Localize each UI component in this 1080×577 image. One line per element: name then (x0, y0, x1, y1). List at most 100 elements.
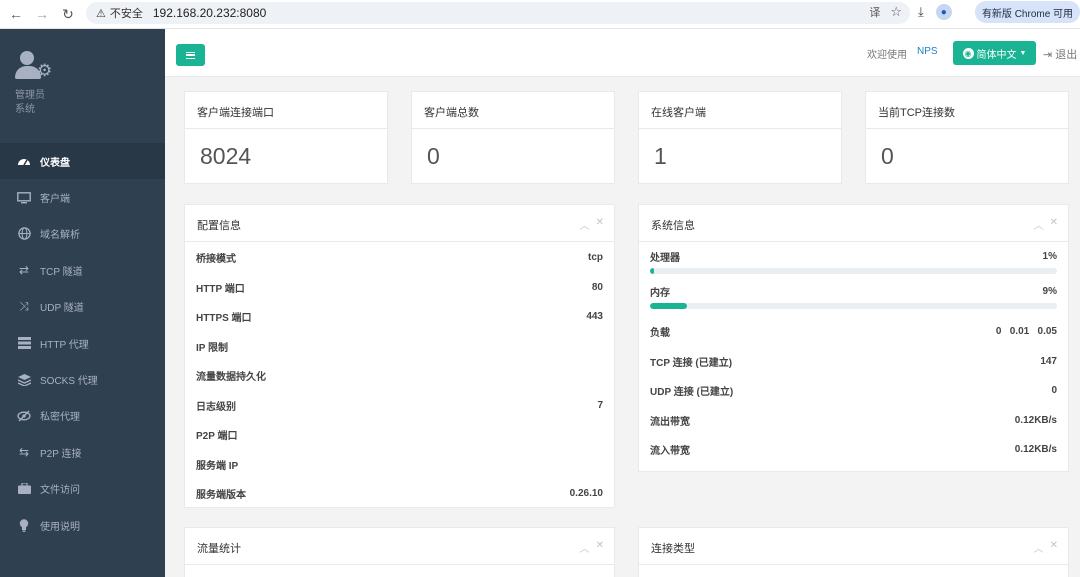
sign-out-icon: ⇥ (1043, 49, 1053, 61)
config-row: 服务端版本 0.26.10 (196, 488, 603, 502)
system-row: 流入带宽 0.12KB/s (650, 444, 1057, 458)
menu-toggle-button[interactable] (176, 44, 205, 66)
sidebar-item-socks[interactable]: SOCKS 代理 (0, 361, 165, 397)
close-icon[interactable]: ✕ (596, 217, 604, 232)
sidebar-menu: 仪表盘 客户端 域名解析 ⇄ TCP 隧道 ⤨ UDP 隧道 HTTP 代理 S… (0, 143, 165, 543)
panel-title: 流量统计 (197, 543, 241, 555)
config-row: 日志级别 7 (196, 399, 603, 413)
stat-card-online-clients: 在线客户端 1 (638, 91, 842, 184)
user-cog-icon: ⚙ (15, 51, 55, 83)
exchange-icon: ⇆ (18, 445, 30, 460)
stat-card-bridge-port: 客户端连接端口 8024 (184, 91, 388, 184)
insecure-label: 不安全 (109, 8, 143, 20)
sidebar-item-file[interactable]: 文件访问 (0, 471, 165, 507)
system-row: TCP 连接 (已建立) 147 (650, 355, 1057, 369)
config-panel: 配置信息 ︿ ✕ 桥接模式 tcp HTTP 端口 80 HTTPS 端口 443 I… (184, 204, 615, 508)
profile-role: 系统 (15, 104, 35, 115)
globe-icon (16, 227, 32, 241)
profile-block: ⚙ 管理员 系统 (0, 29, 165, 143)
cpu-progress-fill (650, 268, 655, 274)
retweet-icon: ⇄ (18, 263, 30, 278)
system-row: 负载 0 0.01 0.05 (650, 326, 1057, 340)
profile-icon[interactable]: ● (935, 4, 952, 20)
top-navbar: 欢迎使用 NPS ◉ 简体中文 ▼ ⇥ 退出 (165, 29, 1080, 77)
system-row: 流出带宽 0.12KB/s (650, 414, 1057, 428)
stat-label: 客户端总数 (412, 92, 614, 129)
nps-link[interactable]: NPS (917, 46, 938, 57)
translate-icon[interactable]: 译 (869, 4, 880, 20)
stat-label: 客户端连接端口 (185, 92, 387, 129)
sidebar-item-p2p[interactable]: ⇆ P2P 连接 (0, 434, 165, 470)
reload-icon[interactable]: ↻ (58, 4, 78, 24)
system-row: UDP 连接 (已建立) 0 (650, 385, 1057, 399)
globe-icon: ◉ (962, 47, 974, 59)
traffic-panel: 流量统计 ︿ ✕ (184, 527, 615, 577)
random-icon: ⤨ (19, 299, 29, 314)
panel-title: 系统信息 (651, 220, 695, 232)
profile-name: 管理员 (15, 90, 45, 101)
cpu-row: 处理器 1% (650, 251, 1057, 264)
sidebar-item-udp[interactable]: ⤨ UDP 隧道 (0, 289, 165, 325)
url-text[interactable]: 192.168.20.232:8080 (153, 6, 266, 20)
warning-icon: ⚠ (96, 7, 106, 20)
sidebar-item-domain[interactable]: 域名解析 (0, 216, 165, 252)
stat-value: 0 (427, 143, 440, 169)
back-arrow-icon[interactable]: ← (6, 4, 26, 24)
system-panel: 系统信息 ︿ ✕ 处理器 1% 内存 9% 负载 0 0.01 0.05 TCP 连接… (638, 204, 1069, 472)
stat-value: 8024 (200, 143, 252, 169)
config-row: 流量数据持久化 (196, 372, 266, 384)
caret-down-icon: ▼ (1019, 49, 1027, 57)
config-row: IP 限制 (196, 342, 229, 354)
memory-row: 内存 9% (650, 286, 1057, 299)
eye-slash-icon (16, 409, 32, 423)
sidebar-item-private[interactable]: 私密代理 (0, 398, 165, 434)
stat-card-tcp-connections: 当前TCP连接数 0 (865, 91, 1069, 184)
config-row: 服务端 IP (196, 460, 239, 472)
sidebar-item-dashboard[interactable]: 仪表盘 (0, 143, 165, 180)
config-row: HTTP 端口 80 (196, 281, 603, 295)
panel-title: 连接类型 (651, 543, 695, 555)
logout-button[interactable]: ⇥ 退出 (1043, 46, 1077, 62)
stat-label: 当前TCP连接数 (866, 92, 1068, 129)
collapse-icon[interactable]: ︿ (580, 540, 590, 555)
stat-label: 在线客户端 (639, 92, 841, 129)
forward-arrow-icon[interactable]: → (32, 4, 52, 24)
cpu-progress-bar (650, 268, 1057, 274)
close-icon[interactable]: ✕ (596, 540, 604, 555)
address-bar[interactable]: ⚠ 不安全 192.168.20.232:8080 译 ☆ (86, 2, 910, 24)
collapse-icon[interactable]: ︿ (1034, 217, 1044, 232)
star-icon[interactable]: ☆ (890, 4, 902, 20)
server-icon (16, 336, 32, 350)
language-label: 简体中文 (976, 49, 1017, 61)
monitor-icon (16, 191, 32, 205)
stat-card-client-total: 客户端总数 0 (411, 91, 615, 184)
close-icon[interactable]: ✕ (1050, 217, 1058, 232)
briefcase-icon (16, 482, 32, 496)
sidebar-item-tcp[interactable]: ⇄ TCP 隧道 (0, 252, 165, 288)
close-icon[interactable]: ✕ (1050, 540, 1058, 555)
collapse-icon[interactable]: ︿ (1034, 540, 1044, 555)
browser-toolbar: ← → ↻ ⚠ 不安全 192.168.20.232:8080 译 ☆ ⤓ ● … (0, 0, 1080, 29)
language-dropdown[interactable]: ◉ 简体中文 ▼ (953, 41, 1036, 65)
dashboard-icon (16, 154, 32, 168)
stat-value: 1 (654, 143, 667, 169)
download-icon[interactable]: ⤓ (918, 4, 924, 20)
config-row: HTTPS 端口 443 (196, 311, 603, 325)
sidebar-item-clients[interactable]: 客户端 (0, 179, 165, 215)
config-row: 桥接模式 tcp (196, 252, 603, 266)
memory-progress-fill (650, 303, 687, 309)
welcome-text: 欢迎使用 (867, 50, 907, 61)
collapse-icon[interactable]: ︿ (580, 217, 590, 232)
logout-label: 退出 (1055, 49, 1078, 61)
memory-progress-bar (650, 303, 1057, 309)
lightbulb-icon (16, 518, 32, 532)
update-chrome-button[interactable]: 有新版 Chrome 可用 (975, 1, 1080, 23)
sidebar-item-help[interactable]: 使用说明 (0, 507, 165, 543)
config-row: P2P 端口 (196, 431, 238, 443)
sidebar-item-http[interactable]: HTTP 代理 (0, 325, 165, 361)
panel-title: 配置信息 (197, 220, 241, 232)
connection-types-panel: 连接类型 ︿ ✕ (638, 527, 1069, 577)
sidebar: ⚙ 管理员 系统 仪表盘 客户端 域名解析 ⇄ TCP 隧道 ⤨ UDP 隧道 … (0, 29, 165, 577)
layers-icon (16, 373, 32, 387)
main-content: 客户端连接端口 8024 客户端总数 0 在线客户端 1 当前TCP连接数 0 … (165, 77, 1080, 577)
